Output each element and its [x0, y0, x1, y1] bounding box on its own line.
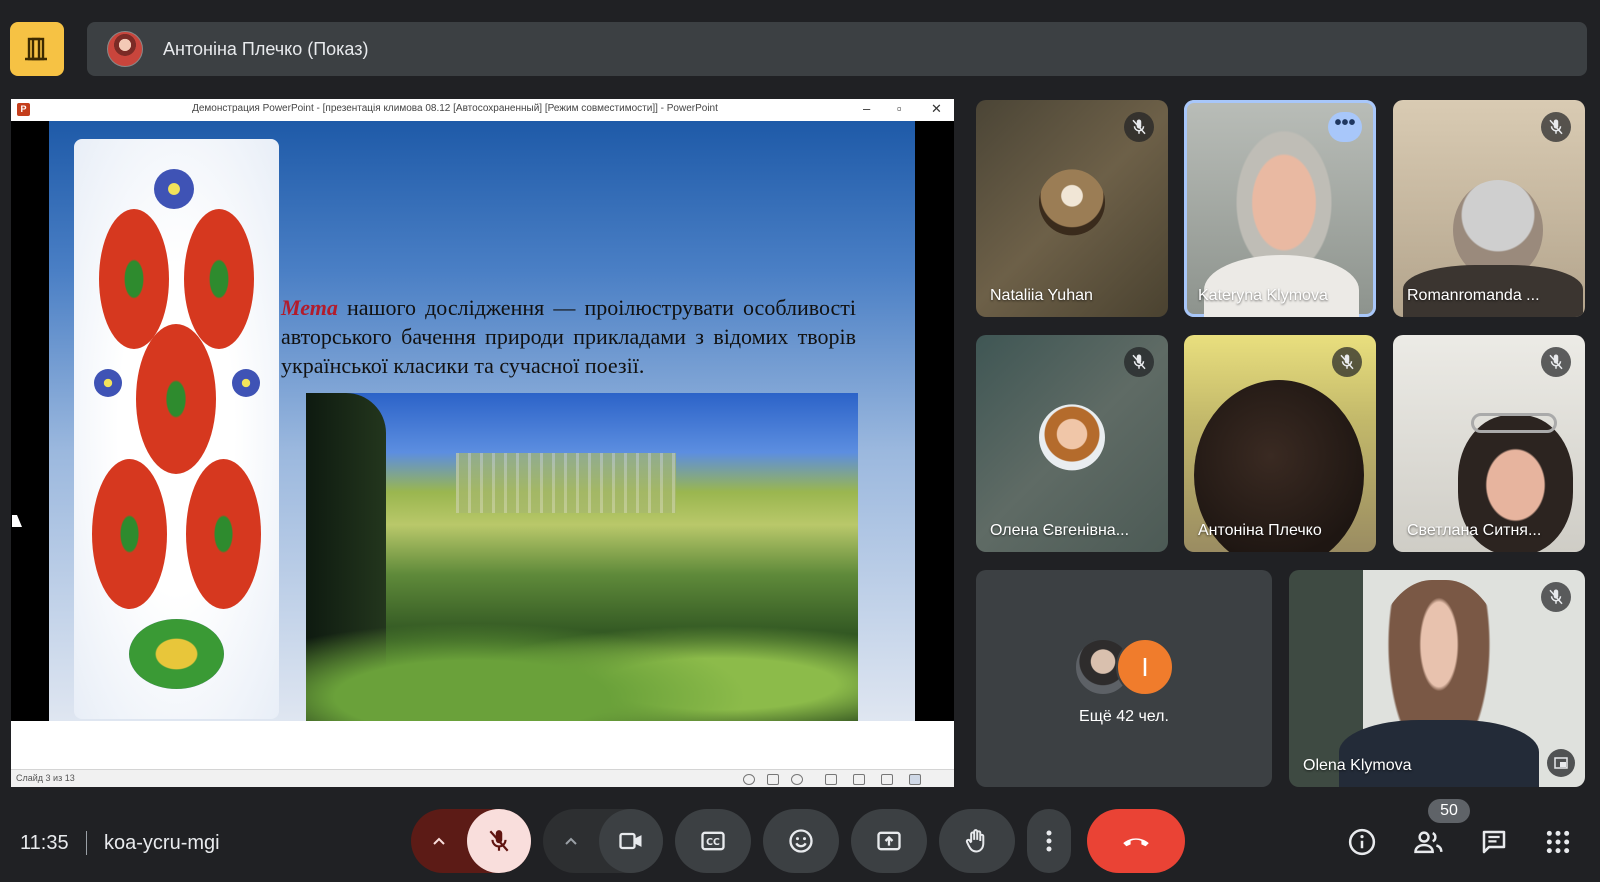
clock: 11:35	[20, 832, 69, 854]
meeting-code: koa-ycru-mgi	[104, 832, 220, 854]
maximize-icon[interactable]: ▫	[897, 101, 902, 116]
participant-name: Nataliia Yuhan	[990, 287, 1093, 304]
mic-off-icon	[1332, 347, 1362, 377]
slide-menu-icon[interactable]	[767, 774, 779, 785]
window-title: Демонстрация PowerPoint - [презентація к…	[192, 103, 718, 114]
participant-name: Антоніна Плечко	[1198, 522, 1322, 539]
next-slide-icon[interactable]	[791, 774, 803, 785]
mic-control-group	[411, 809, 531, 873]
avatar: I	[1116, 638, 1174, 696]
self-tile[interactable]: Olena Klymova	[1289, 570, 1585, 787]
prev-slide-icon[interactable]	[743, 774, 755, 785]
participant-tile[interactable]: Светлана Ситня...	[1393, 335, 1585, 552]
mic-off-icon	[1124, 347, 1154, 377]
camera-icon	[619, 832, 642, 850]
participant-name: Олена Євгенівна...	[990, 522, 1130, 539]
mic-off-icon	[1124, 112, 1154, 142]
reading-view-icon[interactable]	[881, 774, 893, 785]
slide-body-text: нашого дослідження — проілюструвати особ…	[281, 295, 856, 378]
participant-tile[interactable]: Romanromanda ...	[1393, 100, 1585, 317]
leave-call-button[interactable]	[1087, 809, 1185, 873]
audio-options-button[interactable]	[411, 809, 467, 873]
participant-name: Светлана Ситня...	[1407, 522, 1542, 539]
avatar	[107, 31, 143, 67]
slide-counter: Слайд 3 из 13	[16, 773, 75, 783]
folk-ornament-image	[74, 139, 279, 719]
raise-hand-button[interactable]	[939, 809, 1015, 873]
participant-count-badge: 50	[1428, 799, 1470, 823]
slide: Мета нашого дослідження — проілюструвати…	[49, 121, 915, 721]
captions-button[interactable]: CC	[675, 809, 751, 873]
reactions-button[interactable]	[763, 809, 839, 873]
apps-grid-icon	[1546, 830, 1570, 854]
fullscreen-icon[interactable]	[1547, 749, 1575, 777]
mic-toggle-button[interactable]	[467, 809, 531, 873]
door-icon	[25, 37, 47, 61]
video-options-button[interactable]	[543, 809, 599, 873]
meeting-info-button[interactable]	[1345, 825, 1379, 859]
nature-photo	[306, 393, 858, 721]
normal-view-icon[interactable]	[825, 774, 837, 785]
participant-name: Kateryna Klymova	[1198, 287, 1328, 304]
presenter-label: Антоніна Плечко (Показ)	[163, 38, 369, 59]
mic-off-icon	[1541, 582, 1571, 612]
people-button[interactable]	[1412, 825, 1446, 859]
participant-tile-active[interactable]: ••• Kateryna Klymova	[1184, 100, 1376, 317]
mouse-cursor-icon	[12, 515, 22, 527]
mic-off-icon	[1541, 112, 1571, 142]
chat-button[interactable]	[1477, 825, 1511, 859]
chat-icon	[1482, 830, 1506, 854]
people-icon	[1414, 831, 1443, 854]
participant-name: Romanromanda ...	[1407, 287, 1540, 304]
shared-screen: P Демонстрация PowerPoint - [презентація…	[11, 99, 954, 787]
slide-accent-word: Мета	[281, 295, 338, 320]
participant-tile[interactable]: Антоніна Плечко	[1184, 335, 1376, 552]
present-screen-button[interactable]	[851, 809, 927, 873]
emoji-icon	[789, 829, 813, 853]
participant-tile[interactable]: Олена Євгенівна...	[976, 335, 1168, 552]
info-icon	[1348, 828, 1376, 856]
close-icon[interactable]: ✕	[931, 101, 942, 117]
slide-text: Мета нашого дослідження — проілюструвати…	[281, 293, 856, 380]
slide-area: Мета нашого дослідження — проілюструвати…	[11, 121, 954, 721]
chevron-up-icon	[565, 837, 577, 845]
avatar	[1039, 168, 1105, 235]
svg-text:CC: CC	[706, 837, 720, 848]
more-vert-icon	[1046, 830, 1052, 852]
others-tile[interactable]: I Ещё 42 чел.	[976, 570, 1272, 787]
hang-up-icon	[1123, 838, 1149, 847]
hand-icon	[965, 829, 985, 853]
captions-icon: CC	[701, 831, 725, 851]
status-bar: Слайд 3 из 13	[11, 769, 954, 787]
home-button[interactable]	[10, 22, 64, 76]
more-options-button[interactable]	[1027, 809, 1071, 873]
participant-name: Olena Klymova	[1303, 757, 1412, 774]
chevron-up-icon	[433, 837, 445, 845]
participant-tile[interactable]: Nataliia Yuhan	[976, 100, 1168, 317]
minimize-icon[interactable]: –	[863, 101, 870, 116]
avatar	[1039, 403, 1105, 470]
slideshow-view-icon[interactable]	[909, 774, 921, 785]
activities-button[interactable]	[1541, 825, 1575, 859]
window-titlebar: P Демонстрация PowerPoint - [презентація…	[11, 99, 954, 122]
others-count-label: Ещё 42 чел.	[1079, 708, 1169, 725]
camera-toggle-button[interactable]	[599, 809, 663, 873]
present-icon	[877, 831, 901, 851]
mic-off-icon	[489, 830, 509, 852]
camera-control-group	[543, 809, 663, 873]
presenter-bar[interactable]: Антоніна Плечко (Показ)	[87, 22, 1587, 76]
more-options-icon[interactable]: •••	[1328, 112, 1362, 142]
sorter-view-icon[interactable]	[853, 774, 865, 785]
mic-off-icon	[1541, 347, 1571, 377]
